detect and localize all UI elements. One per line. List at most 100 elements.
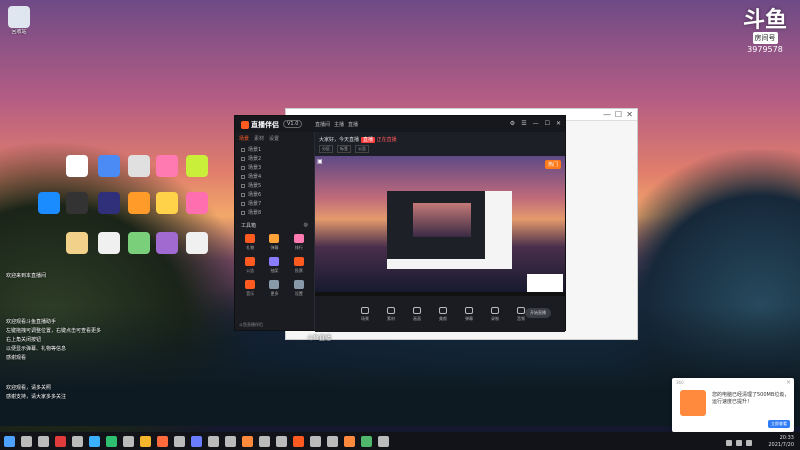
desktop-icon-r10[interactable]	[150, 192, 184, 215]
tool-item[interactable]: 弹幕	[263, 234, 285, 251]
tab-room[interactable]: 直播间	[315, 121, 330, 128]
system-clock[interactable]: 20:33 2021/7/20	[768, 435, 794, 449]
taskbar-app-icon[interactable]	[191, 435, 202, 447]
app-titlebar[interactable]: 直播伴侣 V1.0 直播间 主播 直播 ⚙ ☰ — ☐ ✕	[235, 116, 565, 132]
visibility-checkbox[interactable]	[241, 165, 245, 170]
taskbar-app-icon[interactable]	[72, 435, 83, 447]
taskbar-app-icon[interactable]	[123, 435, 134, 447]
desktop-icon-r12[interactable]	[60, 232, 94, 255]
tab-live[interactable]: 直播	[348, 121, 358, 128]
taskbar-app-icon[interactable]	[293, 435, 304, 447]
desktop-icon-r5[interactable]	[180, 155, 214, 178]
toolbar-button[interactable]: 素材	[381, 306, 401, 322]
toolbar-button[interactable]: 美颜	[433, 306, 453, 322]
taskbar-app-icon[interactable]	[21, 435, 32, 447]
taskbar-app-icon[interactable]	[310, 435, 321, 447]
taskbar-app-icon[interactable]	[89, 435, 100, 447]
visibility-checkbox[interactable]	[241, 210, 245, 215]
scene-item[interactable]: 场景1	[235, 145, 314, 154]
taskbar-app-icon[interactable]	[174, 435, 185, 447]
visibility-checkbox[interactable]	[241, 147, 245, 152]
taskbar-app-icon[interactable]	[259, 435, 270, 447]
notification-popup[interactable]: 360 × 您的电脑已经清理了500MB垃圾，运行速度已提升！ 立即查看	[672, 378, 794, 432]
toolbox-settings-icon[interactable]: ◎	[304, 222, 308, 228]
taskbar-app-icon[interactable]	[38, 435, 49, 447]
taskbar-app-icon[interactable]	[378, 435, 389, 447]
taskbar-app-icon[interactable]	[242, 435, 253, 447]
visibility-checkbox[interactable]	[241, 174, 245, 179]
taskbar-app-icon[interactable]	[327, 435, 338, 447]
scene-item[interactable]: 场景8	[235, 208, 314, 217]
notification-button[interactable]: 立即查看	[768, 420, 790, 428]
visibility-checkbox[interactable]	[241, 183, 245, 188]
desktop-icon-r7[interactable]	[60, 192, 94, 215]
taskbar-app-icon[interactable]	[106, 435, 117, 447]
scene-item[interactable]: 场景6	[235, 190, 314, 199]
toolbar-button[interactable]: 录制	[485, 306, 505, 322]
taskbar-app-icon[interactable]	[55, 435, 66, 447]
desktop-icon-r8[interactable]	[92, 192, 126, 215]
meta-category[interactable]: 分区	[319, 145, 333, 153]
visibility-checkbox[interactable]	[241, 192, 245, 197]
scene-item[interactable]: 场景3	[235, 163, 314, 172]
tool-item[interactable]: 公告	[239, 257, 261, 274]
maximize-icon[interactable]: ☐	[615, 110, 622, 119]
taskbar-app-icon[interactable]	[140, 435, 151, 447]
app-version[interactable]: V1.0	[283, 120, 303, 128]
visibility-checkbox[interactable]	[241, 156, 245, 161]
network-icon[interactable]	[726, 440, 732, 446]
stream-preview[interactable]: ▣ 热门	[315, 156, 565, 296]
tab-anchor[interactable]: 主播	[334, 121, 344, 128]
notification-mascot-icon	[680, 390, 706, 416]
meta-tags[interactable]: 标签	[337, 145, 351, 153]
menu-icon[interactable]: ☰	[521, 120, 526, 127]
tool-item[interactable]: 排行	[288, 234, 310, 251]
minimize-icon[interactable]: —	[603, 110, 611, 119]
taskbar-app-icon[interactable]	[157, 435, 168, 447]
sidebar-footer: 斗鱼直播伴侣	[239, 322, 263, 327]
maximize-icon[interactable]: ☐	[545, 120, 550, 127]
start-icon[interactable]	[4, 435, 15, 447]
meta-notice[interactable]: 公告	[355, 145, 369, 153]
scene-item[interactable]: 场景5	[235, 181, 314, 190]
sidebar-tab-scene[interactable]: 场景	[239, 135, 249, 142]
desktop-icon-r1[interactable]	[60, 155, 94, 178]
tool-item[interactable]: 音乐	[239, 280, 261, 297]
taskbar-app-icon[interactable]	[344, 435, 355, 447]
desktop-icon-recycle[interactable]: 回收站	[2, 6, 36, 35]
desktop-icon-r2[interactable]	[92, 155, 126, 178]
close-icon[interactable]: ×	[786, 379, 791, 386]
minimize-icon[interactable]: —	[533, 120, 539, 127]
toolbar-button[interactable]: 弹幕	[459, 306, 479, 322]
visibility-checkbox[interactable]	[241, 201, 245, 206]
tool-item[interactable]: 设置	[288, 280, 310, 297]
scene-item[interactable]: 场景2	[235, 154, 314, 163]
sidebar-tab-material[interactable]: 素材	[254, 135, 264, 142]
scene-item[interactable]: 场景4	[235, 172, 314, 181]
toolbar-button[interactable]: 场景	[355, 306, 375, 322]
close-icon[interactable]: ✕	[556, 120, 561, 127]
taskbar-app-icon[interactable]	[208, 435, 219, 447]
settings-icon[interactable]: ⚙	[510, 120, 515, 127]
volume-icon[interactable]	[736, 440, 742, 446]
taskbar-app-icon[interactable]	[276, 435, 287, 447]
tool-item[interactable]: 更多	[263, 280, 285, 297]
close-icon[interactable]: ✕	[626, 110, 633, 119]
taskbar-app-icon[interactable]	[361, 435, 372, 447]
desktop-icon-r13[interactable]	[92, 232, 126, 255]
tool-item[interactable]: 礼物	[239, 234, 261, 251]
scene-item[interactable]: 场景7	[235, 199, 314, 208]
desktop-icon-r4[interactable]	[150, 155, 184, 178]
tool-item[interactable]: 投票	[288, 257, 310, 274]
desktop-icon-r15[interactable]	[150, 232, 184, 255]
tool-item[interactable]: 抽奖	[263, 257, 285, 274]
broadcast-app-window[interactable]: 直播伴侣 V1.0 直播间 主播 直播 ⚙ ☰ — ☐ ✕ 场景 素材 设置 场…	[234, 115, 566, 332]
sidebar-tab-settings[interactable]: 设置	[269, 135, 279, 142]
start-live-button[interactable]: 开始直播	[525, 308, 551, 318]
desktop-icon-r16[interactable]	[180, 232, 214, 255]
desktop-icon-r11[interactable]	[180, 192, 214, 215]
ime-icon[interactable]	[746, 440, 752, 446]
stream-title[interactable]: 大家好，今天直播 直播 正在直播	[319, 136, 397, 143]
taskbar-app-icon[interactable]	[225, 435, 236, 447]
toolbar-button[interactable]: 画面	[407, 306, 427, 322]
